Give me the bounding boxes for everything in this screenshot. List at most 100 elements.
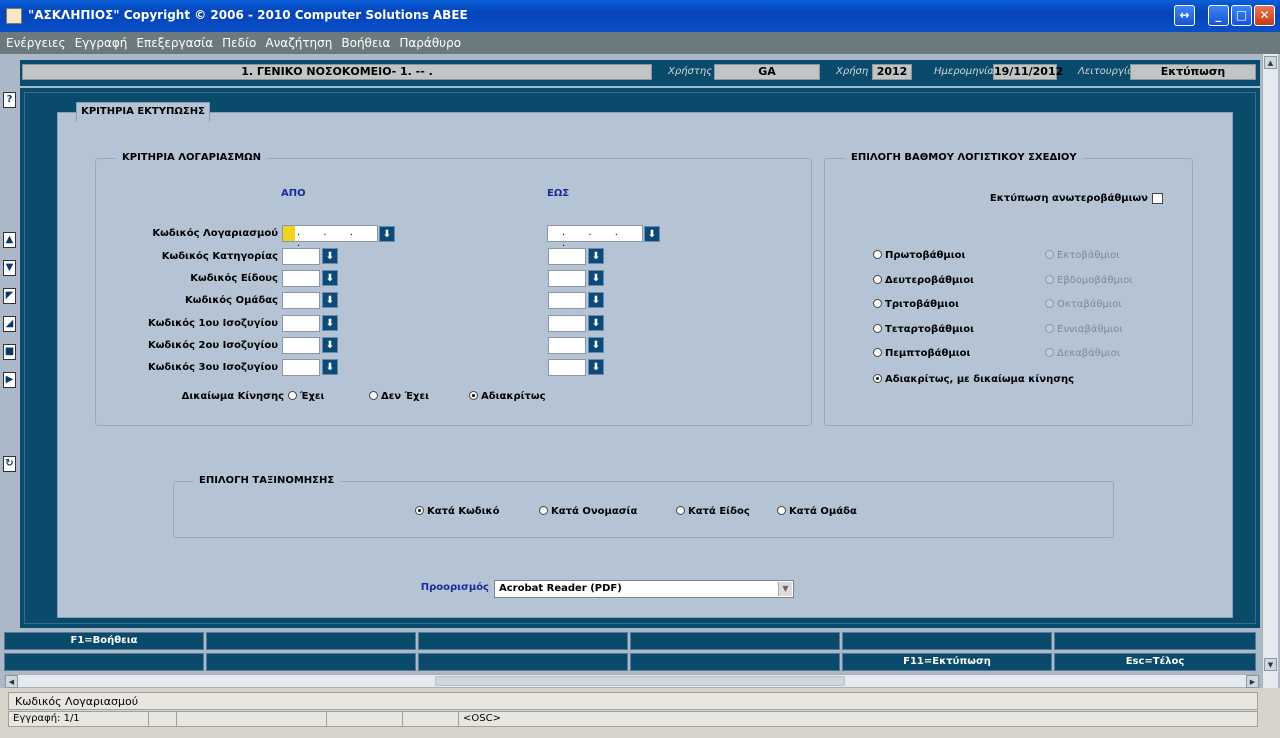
movement-any-radio[interactable]: Αδιακρίτως — [469, 391, 546, 402]
group-from-input[interactable] — [282, 292, 320, 309]
fkey-esc-exit[interactable]: Esc=Τέλος — [1054, 653, 1256, 671]
scroll-down-icon[interactable]: ▼ — [1264, 658, 1277, 671]
tab-print-criteria[interactable]: ΚΡΙΤΗΡΙΑ ΕΚΤΥΠΩΣΗΣ — [76, 102, 210, 122]
fkey-slot-r2-3[interactable] — [418, 653, 628, 671]
stop-icon[interactable]: ■ — [3, 344, 16, 360]
level-4-radio[interactable]: Τεταρτοβάθμιοι — [873, 324, 974, 335]
close-button[interactable]: ✕ — [1254, 5, 1275, 26]
fkey-slot-r2-1[interactable] — [4, 653, 204, 671]
balance3-from-input[interactable] — [282, 359, 320, 376]
fkey-f1-help[interactable]: F1=Βοήθεια — [4, 632, 204, 650]
organization-field: 1. ΓΕΝΙΚΟ ΝΟΣΟΚΟΜΕΙΟ- 1. -- . — [22, 64, 652, 80]
item-to-input[interactable] — [548, 270, 586, 287]
level-9-radio: Εννιαβάθμιοι — [1045, 324, 1123, 335]
balance3-to-lov-icon[interactable]: ⬇ — [588, 359, 604, 375]
sort-selection-group — [173, 481, 1114, 538]
last-record-icon[interactable]: ◢ — [3, 316, 16, 332]
fkey-slot-r2-4[interactable] — [630, 653, 840, 671]
balance1-from-lov-icon[interactable]: ⬇ — [322, 315, 338, 331]
maximize-button[interactable]: □ — [1231, 5, 1252, 26]
print-higher-checkbox[interactable] — [1152, 193, 1163, 204]
group-to-input[interactable] — [548, 292, 586, 309]
from-column-header: ΑΠΟ — [281, 188, 306, 199]
account-to-input[interactable]: . . . . — [547, 225, 643, 249]
balance2-to-lov-icon[interactable]: ⬇ — [588, 337, 604, 353]
movement-has-radio[interactable]: Έχει — [288, 391, 324, 402]
horizontal-scroll-thumb[interactable] — [435, 676, 845, 686]
sort-by-code-radio[interactable]: Κατά Κωδικό — [415, 506, 500, 517]
menu-help[interactable]: Βοήθεια — [335, 32, 393, 50]
fkey-slot-r1-5[interactable] — [842, 632, 1052, 650]
item-from-input[interactable] — [282, 270, 320, 287]
minimize-button[interactable]: _ — [1208, 5, 1229, 26]
balance1-to-lov-icon[interactable]: ⬇ — [588, 315, 604, 331]
destination-select[interactable]: Acrobat Reader (PDF) ▼ — [494, 580, 794, 598]
first-record-icon[interactable]: ◤ — [3, 288, 16, 304]
horizontal-scrollbar[interactable]: ◀ ▶ — [4, 674, 1260, 688]
restore-icon[interactable]: ↔ — [1174, 5, 1195, 26]
to-column-header: ΕΩΣ — [547, 188, 570, 199]
item-to-lov-icon[interactable]: ⬇ — [588, 270, 604, 286]
balance3-to-input[interactable] — [548, 359, 586, 376]
arrow-down-icon[interactable]: ▼ — [3, 260, 16, 276]
level-3-radio[interactable]: Τριτοβάθμιοι — [873, 299, 959, 310]
sort-by-group-radio[interactable]: Κατά Ομάδα — [777, 506, 857, 517]
menu-edit[interactable]: Επεξεργασία — [130, 32, 216, 50]
fkey-f11-print[interactable]: F11=Εκτύπωση — [842, 653, 1052, 671]
scroll-up-icon[interactable]: ▲ — [1264, 56, 1277, 69]
status-bar: Κωδικός Λογαριασμού Εγγραφή: 1/1 <OSC> — [0, 688, 1280, 738]
menu-actions[interactable]: Ενέργειες — [0, 32, 69, 50]
help-icon[interactable]: ? — [3, 92, 16, 108]
status-record-count: Εγγραφή: 1/1 — [9, 712, 149, 726]
group-from-lov-icon[interactable]: ⬇ — [322, 292, 338, 308]
level-2-radio[interactable]: Δευτεροβάθμιοι — [873, 275, 974, 286]
level-5-radio[interactable]: Πεμπτοβάθμιοι — [873, 348, 970, 359]
level-10-radio: Δεκαβάθμιοι — [1045, 348, 1120, 359]
menu-field[interactable]: Πεδίο — [216, 32, 259, 50]
account-code-label: Κωδικός Λογαριασμού — [152, 228, 278, 239]
category-to-lov-icon[interactable]: ⬇ — [588, 248, 604, 264]
arrow-up-icon[interactable]: ▲ — [3, 232, 16, 248]
fkey-slot-r1-6[interactable] — [1054, 632, 1256, 650]
date-label: Ημερομηνία — [934, 66, 995, 77]
account-from-input[interactable]: . . . . — [282, 225, 378, 249]
level-1-radio[interactable]: Πρωτοβάθμιοι — [873, 250, 965, 261]
balance2-to-input[interactable] — [548, 337, 586, 354]
fkey-slot-r2-2[interactable] — [206, 653, 416, 671]
menu-record[interactable]: Εγγραφή — [69, 32, 131, 50]
status-cell-2 — [149, 712, 177, 726]
java-app-icon — [6, 8, 22, 24]
group-to-lov-icon[interactable]: ⬇ — [588, 292, 604, 308]
scroll-left-icon[interactable]: ◀ — [5, 675, 18, 688]
mode-field: Εκτύπωση — [1130, 64, 1256, 80]
level-any-radio[interactable]: Αδιακρίτως, με δικαίωμα κίνησης — [873, 374, 1074, 385]
category-from-input[interactable] — [282, 248, 320, 265]
menu-search[interactable]: Αναζήτηση — [259, 32, 335, 50]
refresh-icon[interactable]: ↻ — [3, 456, 16, 472]
scroll-right-icon[interactable]: ▶ — [1246, 675, 1259, 688]
sort-by-type-radio[interactable]: Κατά Είδος — [676, 506, 750, 517]
item-from-lov-icon[interactable]: ⬇ — [322, 270, 338, 286]
balance2-from-lov-icon[interactable]: ⬇ — [322, 337, 338, 353]
balance1-from-input[interactable] — [282, 315, 320, 332]
vertical-scrollbar[interactable]: ▲ ▼ — [1262, 54, 1278, 688]
menu-bar: Ενέργειες Εγγραφή Επεξεργασία Πεδίο Αναζήτησ… — [0, 32, 1280, 54]
next-icon[interactable]: ▶ — [3, 372, 16, 388]
user-label: Χρήστης — [668, 66, 713, 77]
fkey-slot-r1-3[interactable] — [418, 632, 628, 650]
account-to-lov-icon[interactable]: ⬇ — [644, 226, 660, 242]
movement-has-not-radio[interactable]: Δεν Έχει — [369, 391, 429, 402]
balance3-from-lov-icon[interactable]: ⬇ — [322, 359, 338, 375]
status-mode: <OSC> — [463, 713, 501, 724]
account-from-lov-icon[interactable]: ⬇ — [379, 226, 395, 242]
fkey-slot-r1-2[interactable] — [206, 632, 416, 650]
menu-window[interactable]: Παράθυρο — [393, 32, 464, 50]
balance1-to-input[interactable] — [548, 315, 586, 332]
sort-by-name-radio[interactable]: Κατά Ονομασία — [539, 506, 637, 517]
balance2-from-input[interactable] — [282, 337, 320, 354]
category-from-lov-icon[interactable]: ⬇ — [322, 248, 338, 264]
category-to-input[interactable] — [548, 248, 586, 265]
chevron-down-icon[interactable]: ▼ — [778, 582, 792, 596]
fkey-slot-r1-4[interactable] — [630, 632, 840, 650]
year-label: Χρήση — [836, 66, 869, 77]
